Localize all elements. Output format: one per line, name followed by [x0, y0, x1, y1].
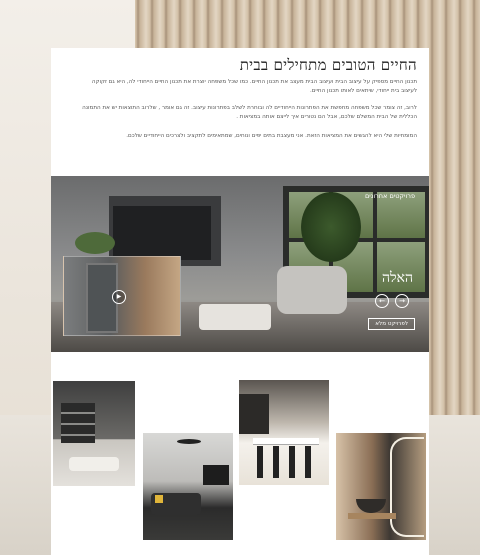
gallery-image-dark-sofa-living-room[interactable] [143, 433, 233, 540]
plant-left [75, 232, 115, 254]
intro-paragraph-3: המומחיות שלי היא להגשים את המציאות הזאת.… [126, 133, 417, 139]
video-thumbnail[interactable]: ▶ [63, 256, 181, 336]
plant-image [301, 192, 361, 262]
intro-paragraph-1: תכנון החיים מספיק על עיצוב הבית ועיצוב ה… [91, 79, 417, 94]
intro-paragraph-2: לרוב, זה צומר שכל משפחה מחפשת את הפתרונו… [82, 105, 417, 120]
gallery-image-living-room-shelves[interactable] [53, 381, 135, 486]
project-slider[interactable]: ▶ פרויקטים אחרונים האלה ← → לפרויקט מלא [51, 176, 429, 352]
recent-projects-label: פרויקטים אחרונים [364, 192, 415, 200]
coffee-table [199, 304, 271, 330]
content-card: החיים הטובים מתחילים בבית תכנון החיים מס… [51, 48, 429, 555]
tv-screen [113, 206, 211, 260]
gallery-image-bathroom-vanity[interactable] [336, 433, 426, 540]
arrow-left-icon[interactable]: ← [375, 294, 389, 308]
page-title: החיים הטובים מתחילים בבית [239, 56, 417, 74]
play-icon[interactable]: ▶ [112, 290, 126, 304]
slider-arrows: ← → [375, 294, 409, 308]
arrow-right-icon[interactable]: → [395, 294, 409, 308]
project-name: האלה [381, 270, 413, 286]
armchair [277, 266, 347, 314]
gallery-image-kitchen-bar-stools[interactable] [239, 380, 329, 485]
full-project-button[interactable]: לפרויקט מלא [368, 318, 415, 330]
